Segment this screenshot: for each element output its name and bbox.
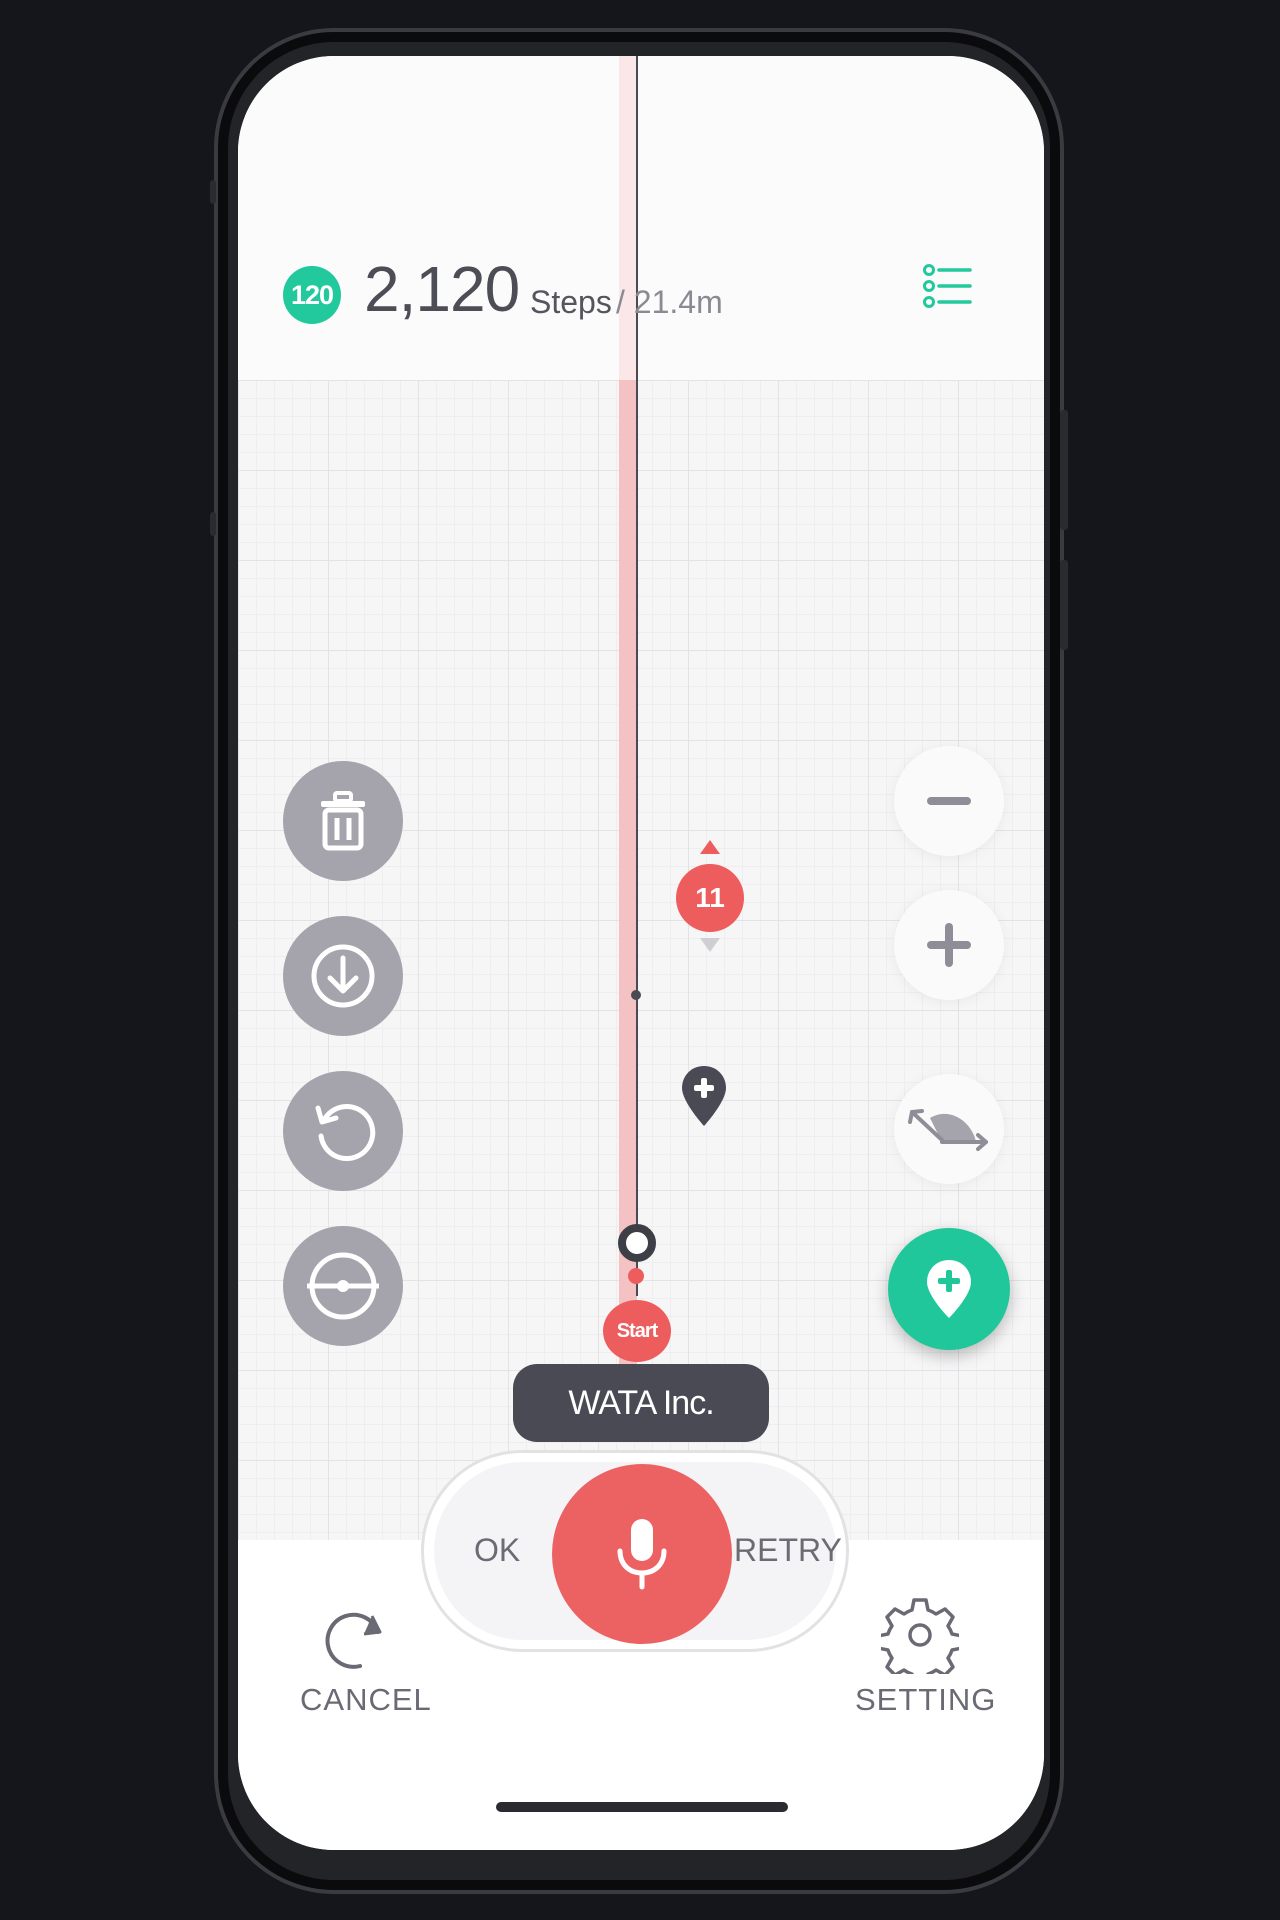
zoom-in-button[interactable] <box>894 890 1004 1000</box>
trash-icon <box>321 791 365 851</box>
count-badge: 120 <box>283 266 341 324</box>
setting-button[interactable]: SETTING <box>855 1682 996 1718</box>
phone-side-button <box>1060 410 1068 530</box>
route-band-header <box>619 56 637 380</box>
mic-button[interactable] <box>552 1464 732 1644</box>
minus-icon <box>927 797 971 805</box>
phone-side-button <box>1060 560 1068 650</box>
route-line <box>636 56 638 1296</box>
list-icon[interactable] <box>922 262 974 310</box>
distance-value: / 21.4m <box>616 284 723 320</box>
phone-side-button <box>210 512 216 536</box>
start-marker: Start <box>603 1300 671 1362</box>
mic-icon <box>617 1519 667 1590</box>
zoom-out-button[interactable] <box>894 746 1004 856</box>
current-position-marker <box>618 1224 656 1262</box>
waypoint-up-arrow[interactable] <box>700 840 720 854</box>
location-tooltip: WATA Inc. <box>513 1364 769 1442</box>
add-pin-button[interactable] <box>888 1228 1010 1350</box>
redo-icon[interactable] <box>320 1602 392 1674</box>
waypoint-marker[interactable]: 11 <box>676 864 744 932</box>
download-icon <box>311 944 375 1008</box>
gear-icon[interactable] <box>881 1596 959 1674</box>
undo-icon <box>315 1104 376 1162</box>
home-indicator[interactable] <box>496 1802 788 1812</box>
route-band <box>619 380 637 1370</box>
steps-label: Steps <box>530 284 612 320</box>
cancel-button[interactable]: CANCEL <box>300 1682 432 1718</box>
rotate-arrows-icon <box>908 1109 988 1151</box>
route-start-dot <box>628 1268 644 1284</box>
delete-button[interactable] <box>283 761 403 881</box>
add-location-pin-icon[interactable] <box>678 1064 730 1130</box>
steps-value: 2,120 <box>364 253 520 325</box>
level-button[interactable] <box>283 1226 403 1346</box>
rotate-button[interactable] <box>894 1074 1004 1184</box>
download-button[interactable] <box>283 916 403 1036</box>
retry-button[interactable]: RETRY <box>734 1532 842 1569</box>
add-pin-icon <box>927 1260 971 1318</box>
app-screen: 120 2,120 Steps / 21.4m 11 Start WATA In… <box>238 56 1044 1850</box>
stats-header <box>238 56 1044 380</box>
undo-button[interactable] <box>283 1071 403 1191</box>
waypoint-down-arrow[interactable] <box>700 938 720 952</box>
ok-button[interactable]: OK <box>474 1532 520 1569</box>
phone-side-button <box>210 180 216 204</box>
route-node <box>631 990 641 1000</box>
level-icon <box>307 1252 379 1320</box>
plus-icon <box>927 923 971 967</box>
